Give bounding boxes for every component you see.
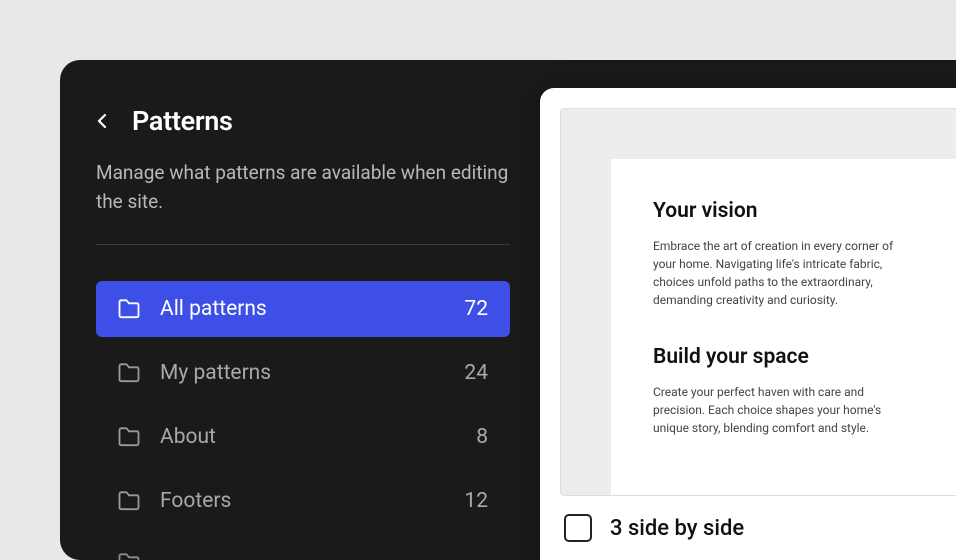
pattern-select-checkbox[interactable] xyxy=(564,514,592,542)
nav-item-partial[interactable] xyxy=(96,537,510,560)
nav-item-my-patterns[interactable]: My patterns 24 xyxy=(96,345,510,401)
sidebar-header: Patterns xyxy=(96,105,510,137)
app-container: Patterns Manage what patterns are availa… xyxy=(60,60,956,560)
folder-icon xyxy=(118,491,140,511)
page-description: Manage what patterns are available when … xyxy=(96,159,510,216)
nav-item-count: 72 xyxy=(464,297,488,321)
preview-text: Create your perfect haven with care and … xyxy=(653,383,903,437)
back-chevron-icon[interactable] xyxy=(96,114,110,128)
preview-heading: Your vision xyxy=(653,199,903,223)
preview-text: Embrace the art of creation in every cor… xyxy=(653,237,903,309)
folder-icon xyxy=(118,363,140,383)
nav-item-about[interactable]: About 8 xyxy=(96,409,510,465)
preview-block: Your vision Embrace the art of creation … xyxy=(653,199,903,309)
nav-item-count: 8 xyxy=(476,425,488,449)
preview-card: Your vision Embrace the art of creation … xyxy=(611,159,956,496)
nav-item-count: 24 xyxy=(464,361,488,385)
folder-icon xyxy=(118,553,140,560)
page-title: Patterns xyxy=(132,105,233,137)
nav-item-label: Footers xyxy=(160,489,464,513)
nav-item-all-patterns[interactable]: All patterns 72 xyxy=(96,281,510,337)
divider xyxy=(96,244,510,245)
folder-icon xyxy=(118,299,140,319)
preview-column: Your vision Embrace the art of creation … xyxy=(653,199,903,473)
pattern-footer: 3 side by side xyxy=(560,496,956,542)
main-panel: Your vision Embrace the art of creation … xyxy=(540,88,956,560)
pattern-preview[interactable]: Your vision Embrace the art of creation … xyxy=(560,108,956,496)
preview-block: Build your space Create your perfect hav… xyxy=(653,345,903,437)
nav-item-label: All patterns xyxy=(160,297,464,321)
pattern-title: 3 side by side xyxy=(610,516,744,541)
sidebar: Patterns Manage what patterns are availa… xyxy=(60,60,540,560)
nav-item-count: 12 xyxy=(464,489,488,513)
folder-icon xyxy=(118,427,140,447)
preview-heading: Build your space xyxy=(653,345,903,369)
nav-item-label: My patterns xyxy=(160,361,464,385)
nav-item-label: About xyxy=(160,425,476,449)
pattern-category-list: All patterns 72 My patterns 24 A xyxy=(96,281,510,560)
nav-item-footers[interactable]: Footers 12 xyxy=(96,473,510,529)
